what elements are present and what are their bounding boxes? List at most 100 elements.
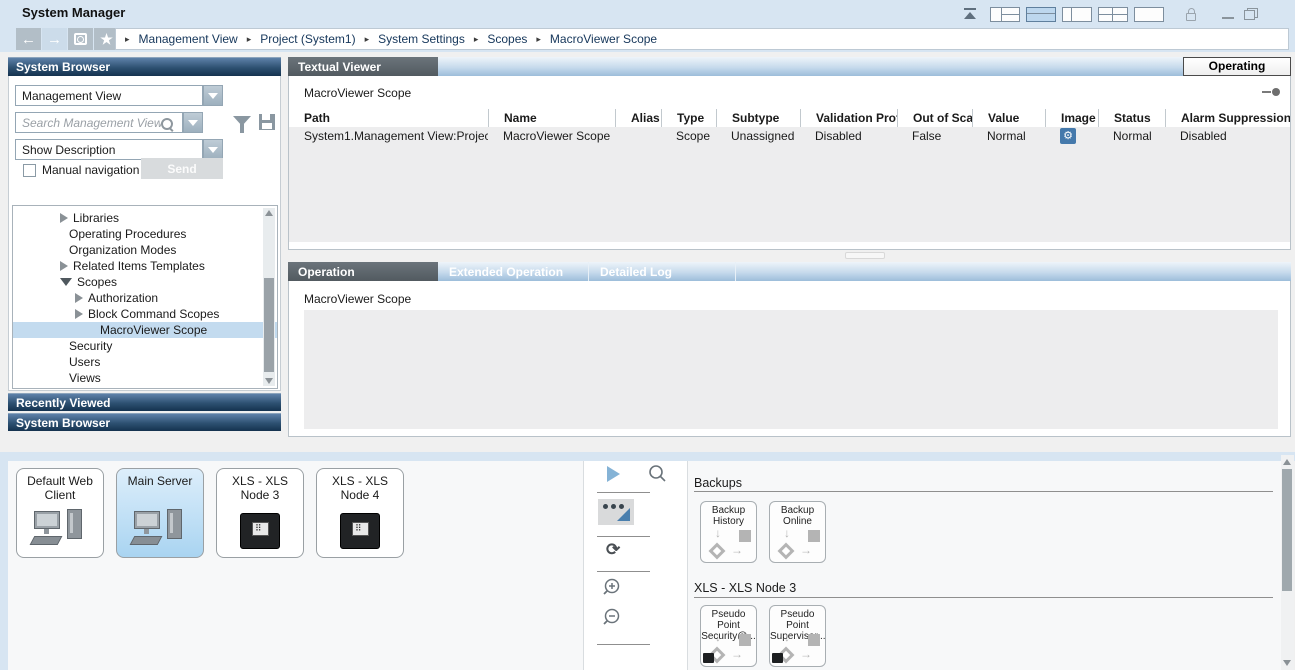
manual-navigation-checkbox[interactable] (23, 164, 36, 177)
search-icon[interactable] (647, 464, 667, 484)
tree-item[interactable]: Authorization (13, 290, 277, 306)
app-title: System Manager (22, 5, 125, 20)
column-header[interactable]: Status (1098, 109, 1165, 127)
tree-scrollbar[interactable] (263, 208, 275, 386)
description-select[interactable]: Show Description (15, 139, 203, 160)
device-card-main-server[interactable]: Main Server (116, 468, 204, 558)
collapse-top-icon[interactable] (962, 6, 978, 22)
flowchart-icon: ↓→ (774, 530, 820, 558)
column-header[interactable]: Type (661, 109, 716, 127)
column-header[interactable]: Name (488, 109, 615, 127)
system-browser-bar[interactable]: System Browser (8, 413, 281, 431)
splitter-handle[interactable] (845, 252, 885, 259)
workstation-icon (132, 509, 188, 549)
tree-item[interactable]: Scopes (13, 274, 277, 290)
operating-button[interactable]: Operating (1183, 57, 1291, 76)
back-button[interactable]: ← (16, 28, 41, 50)
send-button[interactable]: Send (141, 158, 223, 179)
tree-item[interactable]: Views (13, 370, 277, 386)
pseudo-point-security-card[interactable]: Pseudo Point Security@... ↓→ (700, 605, 757, 667)
backup-history-card[interactable]: Backup History ↓→ (700, 501, 757, 563)
tree-item[interactable]: Security (13, 338, 277, 354)
tab-operation[interactable]: Operation (288, 262, 438, 281)
cell-alarm-suppression: Disabled (1165, 127, 1290, 145)
section-divider (694, 597, 1273, 598)
column-header[interactable]: Path (289, 109, 488, 127)
expander-icon[interactable] (75, 309, 83, 319)
breadcrumb-item[interactable]: System Settings (378, 32, 465, 46)
layout-quad-icon[interactable] (990, 6, 1020, 22)
column-header[interactable]: Subtype (716, 109, 800, 127)
tree-item[interactable]: Related Items Templates (13, 258, 277, 274)
history-icon[interactable] (68, 28, 93, 50)
bottom-panel-top-strip (0, 452, 1295, 461)
search-input[interactable]: Search Management View (15, 112, 183, 133)
cell-image: ⚙ (1045, 127, 1098, 145)
zoom-out-icon[interactable] (602, 607, 624, 629)
section-title-xls-node-3: XLS - XLS Node 3 (694, 581, 796, 595)
column-header[interactable]: Image (1045, 109, 1098, 127)
filter-icon[interactable] (233, 116, 251, 126)
breadcrumb-item[interactable]: Scopes (487, 32, 527, 46)
layout-horizontal-split-icon[interactable] (1026, 6, 1056, 22)
save-icon[interactable] (259, 114, 275, 130)
tree-item[interactable]: Libraries (13, 210, 277, 226)
table-header[interactable]: Path Name Alias Type Subtype Validation … (289, 109, 1290, 127)
breadcrumb-arrow-icon: ▸ (247, 34, 252, 45)
layout-grid-icon[interactable] (1098, 6, 1128, 22)
tree-item-selected[interactable]: MacroViewer Scope (13, 322, 277, 338)
view-select[interactable]: Management View (15, 85, 203, 106)
view-select-arrow-icon[interactable] (203, 85, 223, 106)
tree-item[interactable]: Organization Modes (13, 242, 277, 258)
column-header[interactable]: Validation Profile (800, 109, 897, 127)
workstation-icon (32, 509, 88, 549)
pseudo-point-supervisor-card[interactable]: Pseudo Point Supervisor... ↓→ (769, 605, 826, 667)
column-header[interactable]: Alias (615, 109, 661, 127)
cell-subtype: Unassigned (716, 127, 800, 145)
cell-out-of-scan: False (897, 127, 972, 145)
expander-icon[interactable] (60, 213, 68, 223)
breadcrumb-item[interactable]: Project (System1) (260, 32, 355, 46)
layout-single-icon[interactable] (1134, 6, 1164, 22)
tree-item[interactable]: Block Command Scopes (13, 306, 277, 322)
column-header[interactable]: Out of Scan (897, 109, 972, 127)
device-card-default-web-client[interactable]: Default Web Client (16, 468, 104, 558)
view-select-value: Management View (22, 89, 121, 103)
gear-icon[interactable]: ⚙ (1060, 128, 1076, 144)
system-browser-title: System Browser (16, 60, 110, 74)
recently-viewed-bar[interactable]: Recently Viewed (8, 393, 281, 411)
zoom-in-icon[interactable] (602, 577, 624, 599)
pin-icon[interactable] (1262, 88, 1280, 96)
tree-item[interactable]: Users (13, 354, 277, 370)
device-card-xls-node-3[interactable]: XLS - XLS Node 3 (216, 468, 304, 558)
system-browser-header[interactable]: System Browser (8, 57, 281, 76)
cell-path: System1.Management View:Project.S... (289, 127, 488, 145)
expander-icon[interactable] (60, 278, 72, 286)
tab-detailed-log[interactable]: Detailed Log (590, 262, 736, 281)
minimize-button[interactable] (1222, 6, 1234, 22)
tree-item[interactable]: Operating Procedures (13, 226, 277, 242)
column-header[interactable]: Value (972, 109, 1045, 127)
expander-icon[interactable] (75, 293, 83, 303)
refresh-icon[interactable]: ⟳ (606, 540, 620, 560)
layout-vertical-split-icon[interactable] (1062, 6, 1092, 22)
forward-button[interactable]: → (42, 28, 67, 50)
column-header[interactable]: Alarm Suppression (1165, 109, 1290, 127)
tab-extended-operation[interactable]: Extended Operation (439, 262, 589, 281)
values-view-icon[interactable] (598, 499, 634, 525)
description-select-arrow-icon[interactable] (203, 139, 223, 160)
play-icon[interactable] (607, 466, 620, 482)
search-icon[interactable] (161, 117, 173, 135)
cell-name: MacroViewer Scope (488, 127, 615, 145)
table-row[interactable]: System1.Management View:Project.S... Mac… (289, 127, 1290, 145)
lock-icon (1186, 6, 1196, 22)
restore-button[interactable] (1244, 6, 1258, 22)
expander-icon[interactable] (60, 261, 68, 271)
search-arrow-icon[interactable] (183, 112, 203, 133)
breadcrumb-item[interactable]: MacroViewer Scope (550, 32, 657, 46)
bottom-panel-scrollbar[interactable] (1281, 455, 1294, 670)
device-card-xls-node-4[interactable]: XLS - XLS Node 4 (316, 468, 404, 558)
backup-online-card[interactable]: Backup Online ↓→ (769, 501, 826, 563)
breadcrumb-item[interactable]: Management View (139, 32, 238, 46)
tab-textual-viewer[interactable]: Textual Viewer (288, 57, 438, 76)
